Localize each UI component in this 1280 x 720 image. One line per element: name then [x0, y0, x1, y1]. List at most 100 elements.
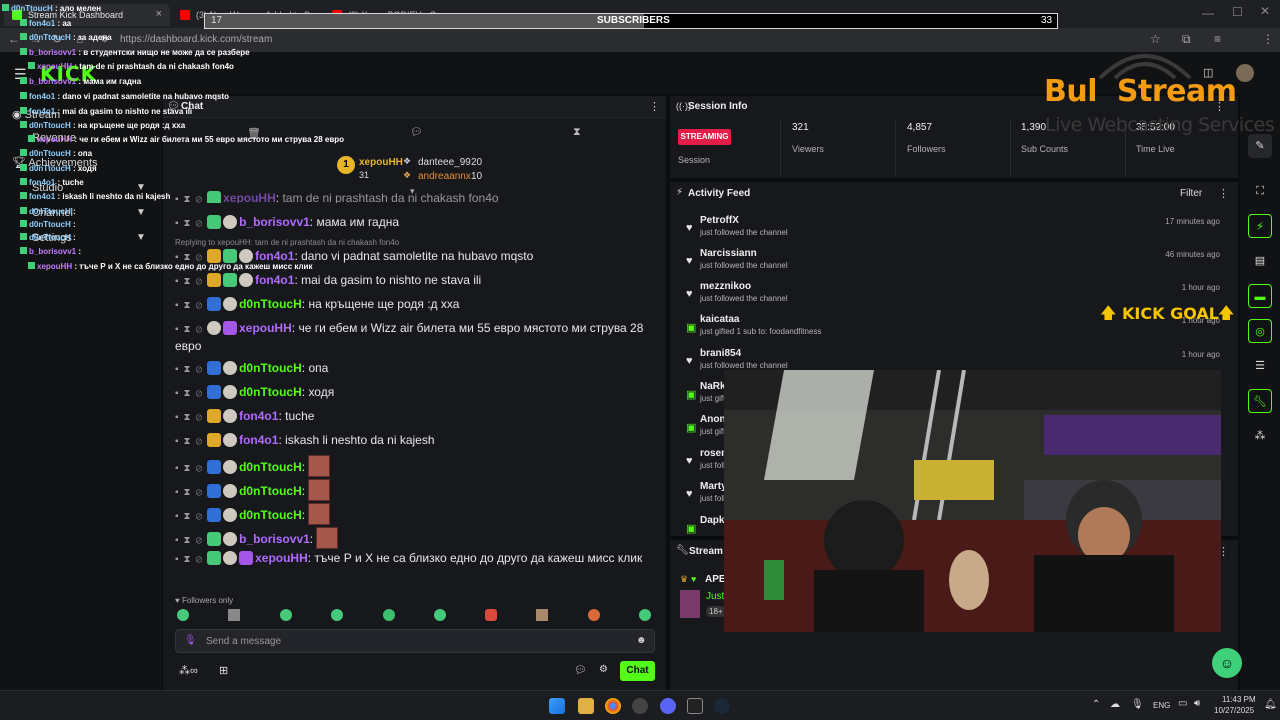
chat-username[interactable]: d0nTtoucH	[239, 361, 302, 375]
chat-username[interactable]: d0nTtoucH	[239, 484, 302, 498]
chat-username[interactable]: xepouHH	[239, 321, 292, 335]
emote-icon[interactable]	[177, 609, 189, 621]
chat-username[interactable]: d0nTtoucH	[239, 508, 302, 522]
emoji-picker-icon[interactable]: ☻	[636, 635, 647, 646]
chat-username[interactable]: fon4o1	[239, 433, 278, 447]
minimize-window-icon[interactable]: —	[1202, 6, 1214, 20]
windows-start-icon[interactable]	[549, 698, 565, 714]
emote-icon[interactable]	[485, 609, 497, 621]
overlay-chat-line: d0nTtoucH :	[20, 233, 76, 243]
chat-emote-icon[interactable]: 💬︎	[410, 127, 423, 138]
display-icon[interactable]: ▭	[1178, 698, 1187, 709]
clock-time[interactable]: 11:43 PM	[1222, 695, 1256, 704]
url-field[interactable]: https://dashboard.kick.com/stream	[120, 34, 272, 45]
back-icon[interactable]: ←	[8, 32, 20, 46]
broadcast-icon[interactable]: ◎	[1248, 319, 1272, 343]
support-chat-icon[interactable]: ☺	[1212, 648, 1242, 678]
message-actions[interactable]: ▪⧗⊘	[175, 388, 207, 399]
message-actions[interactable]: ▪⧗⊘	[175, 300, 207, 311]
activity-menu-icon[interactable]: ⋮	[1218, 187, 1229, 200]
lightning-icon[interactable]: ⚡︎	[1248, 214, 1272, 238]
obs-icon[interactable]	[632, 698, 648, 714]
message-actions[interactable]: ▪⧗⊘	[175, 535, 207, 546]
message-actions[interactable]: ▪⧗⊘	[175, 463, 207, 474]
overlay-badge-icon	[28, 262, 35, 269]
microphone-icon[interactable]: 🎙︎	[1131, 699, 1144, 710]
language-indicator[interactable]: ENG	[1153, 701, 1170, 710]
chat-username[interactable]: b_borisovv1	[239, 532, 310, 546]
chat-menu-icon[interactable]: ⋮	[649, 100, 660, 113]
chat-username[interactable]: fon4o1	[255, 273, 294, 287]
chat-input-placeholder: Send a message	[206, 636, 282, 647]
chat-username[interactable]: fon4o1	[255, 249, 294, 263]
discord-icon[interactable]	[660, 698, 676, 714]
overlay-badge-icon	[28, 135, 35, 142]
chevron-down-icon[interactable]: ▼	[136, 207, 146, 218]
message-actions[interactable]: ▪⧗⊘	[175, 511, 207, 522]
chat-username[interactable]: xepouHH	[255, 551, 308, 565]
chat-bubble-icon[interactable]: 💬︎	[574, 665, 587, 676]
overlay-separator: :	[70, 233, 76, 242]
emote-icon[interactable]	[434, 609, 446, 621]
tray-app-icon[interactable]: ☁	[1110, 699, 1120, 710]
chat-settings-users-icon[interactable]: ⁂∞	[179, 664, 198, 677]
message-actions[interactable]: ▪⧗⊘	[175, 194, 207, 204]
maximize-window-icon[interactable]: ☐	[1232, 5, 1243, 19]
chat-username[interactable]: b_borisovv1	[239, 215, 310, 229]
message-actions[interactable]: ▪⧗⊘	[175, 324, 207, 335]
emote-icon[interactable]	[280, 609, 292, 621]
wrench-icon[interactable]: 🔧︎	[1248, 389, 1272, 413]
emote-icon[interactable]	[536, 609, 548, 621]
emote-icon[interactable]	[228, 609, 240, 621]
microphone-icon[interactable]: 🎙︎	[184, 635, 197, 646]
chat-username[interactable]: d0nTtoucH	[239, 460, 302, 474]
reply-note: Replying to xepouHH: tam de ni prashtash…	[175, 238, 400, 247]
chat-username[interactable]: d0nTtoucH	[239, 297, 302, 311]
emote-icon[interactable]	[331, 609, 343, 621]
crown-badge-icon	[207, 273, 222, 287]
close-window-icon[interactable]: ✕	[1260, 4, 1270, 18]
steam-icon[interactable]	[714, 698, 730, 714]
overlay-chat-username: fon4o1	[29, 192, 56, 201]
message-actions[interactable]: ▪⧗⊘	[175, 436, 207, 447]
emote-face-icon	[223, 551, 238, 565]
file-explorer-icon[interactable]	[578, 698, 594, 714]
chat-message-input[interactable]: 🎙︎ Send a message ☻	[175, 629, 655, 653]
webcam-video-feed	[724, 370, 1221, 632]
message-actions[interactable]: ▪⧗⊘	[175, 412, 207, 423]
emote-icon[interactable]	[588, 609, 600, 621]
send-chat-button[interactable]: Chat	[620, 661, 655, 681]
notifications-icon[interactable]: 🔔︎	[1264, 699, 1277, 710]
message-actions[interactable]: ▪⧗⊘	[175, 276, 207, 287]
volume-icon[interactable]: 🔊︎	[1194, 698, 1200, 709]
subs-goal-label: SUBSCRIBERS	[597, 15, 670, 26]
store-icon[interactable]: ⊞	[219, 664, 228, 677]
message-actions[interactable]: ▪⧗⊘	[175, 487, 207, 498]
layers-icon[interactable]: ☰	[1248, 354, 1272, 378]
document-icon[interactable]: ▤	[1248, 249, 1272, 273]
message-actions[interactable]: ▪⧗⊘	[175, 364, 207, 375]
users-icon[interactable]: ⁂	[1248, 424, 1272, 448]
message-actions[interactable]: ▪⧗⊘	[175, 218, 207, 229]
emote-icon[interactable]	[639, 609, 651, 621]
clock-date[interactable]: 10/27/2025	[1214, 706, 1254, 715]
filter-button[interactable]: Filter	[1180, 188, 1202, 199]
chrome-icon[interactable]	[605, 698, 621, 714]
close-tab-icon[interactable]: ×	[156, 8, 162, 20]
chat-bubble-icon[interactable]: ▬	[1248, 284, 1272, 308]
chat-emote-image	[308, 479, 331, 501]
emote-icon[interactable]	[383, 609, 395, 621]
terminal-icon[interactable]	[687, 698, 703, 714]
overlay-chat-username: fon4o1	[29, 178, 56, 187]
chat-username[interactable]: xepouHH	[223, 191, 276, 203]
chat-username[interactable]: fon4o1	[239, 409, 278, 423]
hourglass-icon[interactable]: ⧗	[573, 126, 581, 139]
gear-icon[interactable]: ⚙	[599, 664, 608, 675]
message-actions[interactable]: ▪⧗⊘	[175, 554, 207, 565]
overlay-badge-icon	[20, 233, 27, 240]
crop-icon[interactable]: ⛶	[1248, 179, 1272, 203]
overlay-chat-text: tuche	[62, 178, 84, 187]
tray-chevron-icon[interactable]: ⌃	[1092, 699, 1100, 710]
chevron-down-icon[interactable]: ▼	[136, 232, 146, 243]
chat-username[interactable]: d0nTtoucH	[239, 385, 302, 399]
